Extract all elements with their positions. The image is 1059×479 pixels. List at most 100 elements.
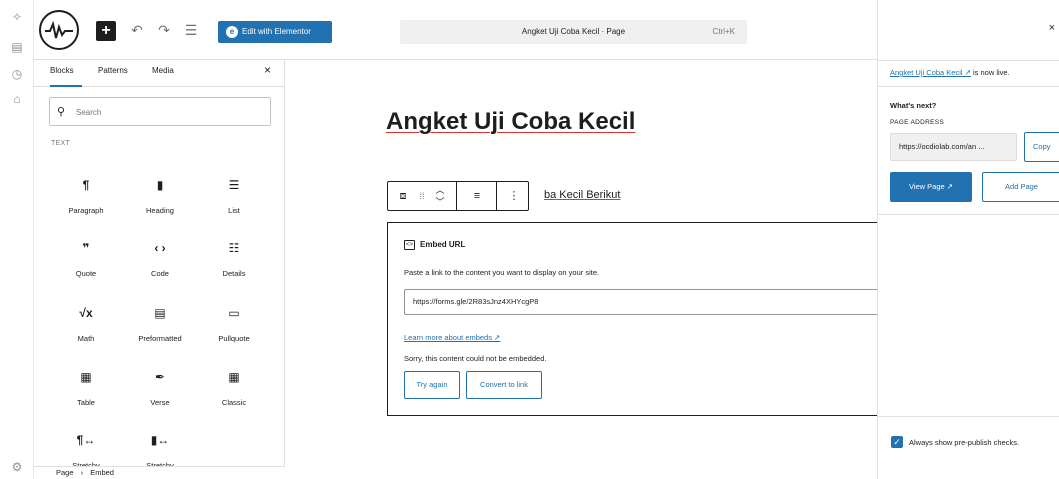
embed-instructions: Paste a link to the content you want to … (404, 268, 600, 277)
block-label: Paragraph (68, 206, 104, 215)
block-label: Quote (75, 269, 97, 278)
search-icon: ⚲ (57, 106, 66, 118)
sparkle-icon[interactable]: ✧ (10, 10, 24, 24)
divider (878, 214, 1059, 215)
close-inserter-icon[interactable]: × (264, 63, 271, 77)
command-palette-bar[interactable]: Angket Uji Coba Kecil · Page Ctrl+K (400, 20, 747, 44)
home-icon[interactable]: ⌂ (10, 92, 24, 106)
verse-icon: ✒ (154, 370, 166, 384)
convert-to-link-button[interactable]: Convert to link (466, 371, 542, 399)
add-page-button[interactable]: Add Page (982, 172, 1059, 202)
embed-icon: <> (404, 240, 415, 250)
editor-header: + ↶ ↷ ☰ e Edit with Elementor Angket Uji… (34, 0, 877, 60)
prepublish-checks-label: Always show pre-publish checks. (909, 438, 1020, 447)
site-logo[interactable] (39, 10, 79, 50)
tab-patterns[interactable]: Patterns (98, 60, 128, 87)
block-label: Details (222, 269, 246, 278)
block-label: Pullquote (218, 334, 250, 343)
view-page-button[interactable]: View Page ↗ (890, 172, 972, 202)
block-table[interactable]: ▦ Table (49, 369, 123, 427)
waveform-icon (45, 21, 73, 39)
history-icon[interactable]: ◷ (10, 67, 24, 81)
block-label: Table (77, 398, 95, 407)
breadcrumb-current[interactable]: Embed (90, 468, 114, 477)
block-toolbar: ⧈ ⁞⁞ ︿ ﹀ ≡ ⋮ (387, 181, 529, 211)
embed-heading: <> Embed URL (404, 240, 465, 250)
divider (878, 86, 1059, 87)
drag-handle-icon[interactable]: ⁞⁞ (416, 182, 428, 210)
inserter-tabs: Blocks Patterns Media × (34, 60, 285, 87)
editor-canvas: Angket Uji Coba Kecil ba Kecil Berikut ⧈… (286, 61, 878, 479)
admin-sidebar: ✧ ▤ ◷ ⌂ ⚙ (0, 0, 34, 479)
heading-icon: ▮ (156, 178, 164, 192)
classic-icon: ▦ (228, 370, 240, 384)
code-icon: ‹ › (154, 241, 166, 255)
block-paragraph[interactable]: ¶ Paragraph (49, 177, 123, 235)
copy-address-button[interactable]: Copy (1024, 132, 1059, 162)
embed-block[interactable]: <> Embed URL Paste a link to the content … (387, 222, 878, 416)
align-icon[interactable]: ≡ (468, 182, 486, 210)
settings-icon[interactable]: ⚙ (10, 460, 24, 474)
command-shortcut: Ctrl+K (712, 27, 735, 36)
block-search[interactable]: ⚲ (49, 97, 271, 126)
checkbox-checked-icon[interactable]: ✓ (891, 436, 903, 448)
add-block-button[interactable]: + (96, 21, 116, 41)
breadcrumb-page[interactable]: Page (56, 468, 74, 477)
preformatted-icon: ▤ (154, 306, 166, 320)
block-label: Preformatted (138, 334, 182, 343)
page-title[interactable]: Angket Uji Coba Kecil (386, 108, 635, 136)
close-panel-icon[interactable]: × (1049, 22, 1055, 34)
block-quote[interactable]: ❞ Quote (49, 240, 123, 298)
block-list[interactable]: ☰ List (197, 177, 271, 235)
tab-blocks[interactable]: Blocks (50, 60, 82, 87)
list-view-icon[interactable]: ☰ (182, 21, 200, 39)
block-verse[interactable]: ✒ Verse (123, 369, 197, 427)
more-options-icon[interactable]: ⋮ (506, 182, 522, 210)
embed-url-input[interactable]: https://forms.gle/2R83sJnz4XHYcgP8 (404, 289, 878, 315)
toolbar-divider (456, 182, 457, 210)
block-label: Math (77, 334, 95, 343)
paragraph-block[interactable]: ba Kecil Berikut (544, 189, 620, 201)
block-label: Classic (221, 398, 247, 407)
block-preformatted[interactable]: ▤ Preformatted (123, 305, 197, 363)
quote-icon: ❞ (82, 241, 90, 255)
learn-more-link[interactable]: Learn more about embeds ↗ (404, 333, 500, 342)
toolbar-divider (496, 182, 497, 210)
published-suffix: is now live. (970, 68, 1010, 77)
divider (878, 60, 1059, 61)
elementor-icon: e (226, 26, 238, 38)
redo-icon[interactable]: ↷ (155, 21, 173, 39)
embed-block-icon[interactable]: ⧈ (394, 182, 412, 210)
block-inserter-panel: Blocks Patterns Media × ⚲ TEXT ¶ Paragra… (34, 60, 285, 470)
block-heading[interactable]: ▮ Heading (123, 177, 197, 235)
page-address-field[interactable]: https://ocdiolab.com/an ... (890, 133, 1017, 161)
block-search-input[interactable] (76, 104, 256, 120)
tab-media[interactable]: Media (152, 60, 174, 87)
document-title: Angket Uji Coba Kecil · Page (521, 27, 626, 36)
pages-icon[interactable]: ▤ (10, 40, 24, 54)
block-label: Heading (146, 206, 174, 215)
pullquote-icon: ▭ (228, 306, 240, 320)
block-breadcrumb: Page › Embed (34, 466, 285, 479)
divider (878, 416, 1059, 417)
try-again-button[interactable]: Try again (404, 371, 460, 399)
block-code[interactable]: ‹ › Code (123, 240, 197, 298)
post-publish-panel: × Angket Uji Coba Kecil ↗ is now live. W… (877, 0, 1059, 479)
page-address-label: PAGE ADDRESS (890, 119, 945, 126)
block-label: List (228, 206, 240, 215)
undo-icon[interactable]: ↶ (128, 21, 146, 39)
block-details[interactable]: ☷ Details (197, 240, 271, 298)
breadcrumb-separator: › (80, 468, 84, 477)
embed-heading-text: Embed URL (420, 240, 466, 250)
block-math[interactable]: √x Math (49, 305, 123, 363)
stretchy-paragraph-icon: ¶↔ (76, 433, 96, 447)
block-classic[interactable]: ▦ Classic (197, 369, 271, 427)
list-icon: ☰ (228, 178, 240, 192)
stretchy-heading-icon: ▮↔ (150, 433, 170, 447)
details-icon: ☷ (228, 241, 240, 255)
published-page-link[interactable]: Angket Uji Coba Kecil ↗ (890, 68, 971, 77)
block-pullquote[interactable]: ▭ Pullquote (197, 305, 271, 363)
move-up-down-icon[interactable]: ︿ ﹀ (432, 184, 448, 212)
elementor-button-label: Edit with Elementor (242, 27, 311, 36)
edit-with-elementor-button[interactable]: e Edit with Elementor (218, 21, 332, 43)
